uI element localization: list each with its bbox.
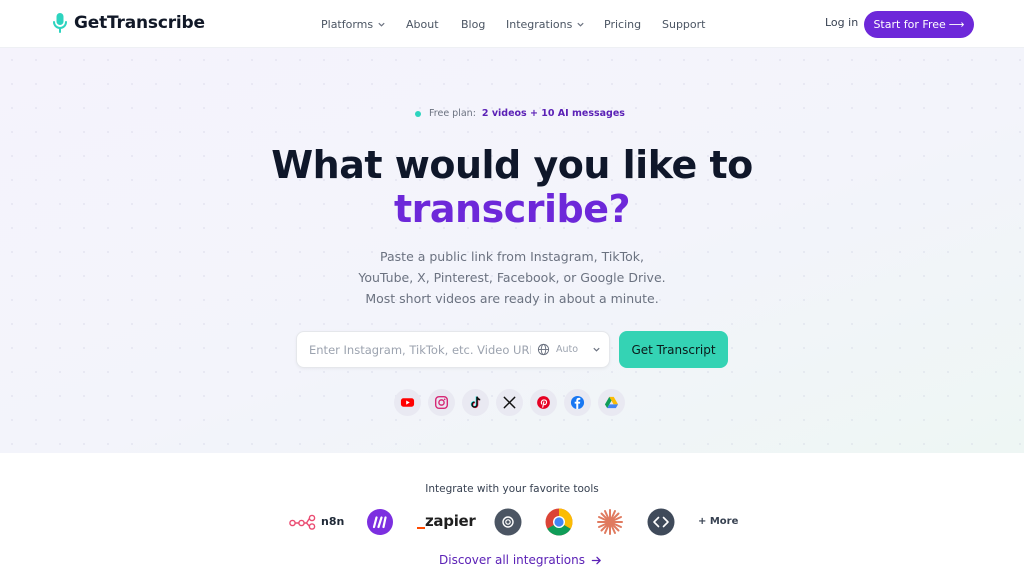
google-drive-icon <box>604 396 619 409</box>
platform-icons-row <box>394 389 625 416</box>
platform-instagram[interactable] <box>428 389 455 416</box>
start-for-free-button[interactable]: Start for Free ⟶ <box>864 11 974 38</box>
tiktok-icon <box>470 396 481 409</box>
nav-pricing-label: Pricing <box>604 17 642 31</box>
make-icon <box>367 509 393 535</box>
hero-title-line1: What would you like to <box>271 143 753 187</box>
platform-google-drive[interactable] <box>598 389 625 416</box>
nav-item-pricing[interactable]: Pricing <box>604 16 641 32</box>
instagram-icon <box>434 395 449 410</box>
hero-section: Free plan: 2 videos + 10 AI messages Wha… <box>0 48 1024 453</box>
openai-icon <box>494 508 522 536</box>
chrome-icon <box>545 508 573 536</box>
hero-title-line2: transcribe? <box>393 187 631 231</box>
free-plan-label: Free plan: <box>429 108 476 119</box>
nav-platforms-label: Platforms <box>321 17 374 31</box>
video-url-input[interactable] <box>309 341 531 359</box>
facebook-icon <box>570 395 585 410</box>
integration-openai[interactable] <box>494 508 522 536</box>
zapier-label: zapier <box>425 512 476 530</box>
nav-item-blog[interactable]: Blog <box>461 16 485 32</box>
get-transcript-button[interactable]: Get Transcript <box>619 331 728 368</box>
x-icon <box>503 396 516 409</box>
top-nav-bar: GetTranscribe Platforms About Blog Integ… <box>0 0 1024 48</box>
hero-subtitle-line3: Most short videos are ready in about a m… <box>365 291 659 306</box>
claude-icon <box>597 509 623 535</box>
free-plan-badge: Free plan: 2 videos + 10 AI messages <box>415 108 625 119</box>
zapier-underscore <box>417 527 425 529</box>
n8n-icon <box>289 514 316 530</box>
integration-chrome[interactable] <box>545 508 573 536</box>
discover-integrations-link[interactable]: Discover all integrations <box>439 553 602 567</box>
arrow-right-icon <box>591 556 601 564</box>
start-for-free-label: Start for Free <box>873 18 946 31</box>
arrow-right-icon: ⟶ <box>948 18 965 31</box>
discover-integrations-label: Discover all integrations <box>439 553 586 567</box>
nav-about-label: About <box>406 17 439 31</box>
globe-icon <box>537 343 550 356</box>
platform-pinterest[interactable] <box>530 389 557 416</box>
chevron-down-icon <box>378 22 385 27</box>
nav-item-about[interactable]: About <box>406 16 439 32</box>
platform-facebook[interactable] <box>564 389 591 416</box>
integration-api[interactable] <box>647 508 675 536</box>
integration-claude[interactable] <box>596 508 624 536</box>
chevron-down-icon <box>577 22 584 27</box>
nav-item-platforms[interactable]: Platforms <box>321 16 386 32</box>
chevron-down-icon <box>593 347 600 352</box>
nav-item-support[interactable]: Support <box>662 16 705 32</box>
integration-make[interactable] <box>366 508 394 536</box>
status-dot <box>415 110 421 117</box>
nav-integrations-label: Integrations <box>506 17 573 31</box>
platform-youtube[interactable] <box>394 389 421 416</box>
get-transcript-label: Get Transcript <box>631 342 716 357</box>
youtube-icon <box>400 398 415 407</box>
integrations-title: Integrate with your favorite tools <box>425 483 599 495</box>
brand-name: GetTranscribe <box>74 13 205 33</box>
free-plan-value: 2 videos + 10 AI messages <box>481 108 625 119</box>
pinterest-icon <box>537 396 550 409</box>
platform-tiktok[interactable] <box>462 389 489 416</box>
platform-x[interactable] <box>496 389 523 416</box>
integration-n8n[interactable] <box>289 508 317 536</box>
language-select[interactable]: Auto <box>537 343 601 356</box>
more-integrations-link[interactable]: + More <box>698 516 738 527</box>
code-icon <box>647 508 675 536</box>
video-url-search-box: Auto <box>296 331 610 368</box>
hero-subtitle-line1: Paste a public link from Instagram, TikT… <box>380 249 644 264</box>
brand-logo[interactable]: GetTranscribe <box>52 12 205 34</box>
n8n-label: n8n <box>321 515 345 528</box>
login-link[interactable]: Log in <box>825 16 858 29</box>
nav-blog-label: Blog <box>461 17 486 31</box>
language-value: Auto <box>556 344 579 355</box>
nav-support-label: Support <box>662 17 706 31</box>
hero-subtitle-line2: YouTube, X, Pinterest, Facebook, or Goog… <box>358 270 666 285</box>
nav-item-integrations[interactable]: Integrations <box>506 16 585 32</box>
microphone-icon <box>53 13 67 33</box>
